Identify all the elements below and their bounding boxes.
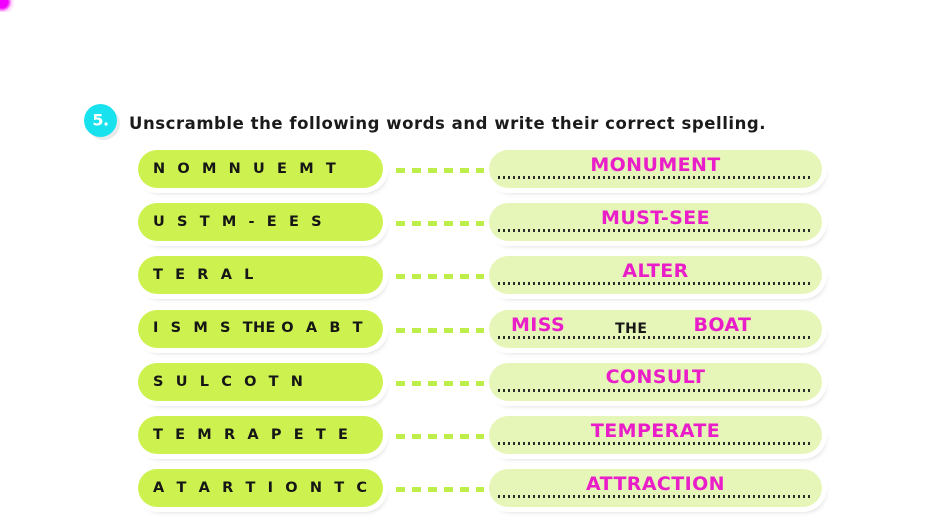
scrambled-word-text: S U L C O T N	[153, 373, 307, 390]
scrambled-word-text: T E M R A P E T E	[153, 426, 352, 443]
scrambled-word-pill: T E M R A P E T E	[138, 416, 383, 454]
exercise-row: A T A R T I O N T C ATTRACTION	[0, 469, 939, 513]
exercise-row: N O M N U E M T MONUMENT	[0, 150, 939, 194]
answer-pill[interactable]: ATTRACTION	[489, 469, 822, 508]
answer-word: BOAT	[693, 314, 752, 337]
instruction-text: Unscramble the following words and write…	[129, 113, 767, 133]
answer-pill[interactable]: MISS THE BOAT	[489, 309, 822, 348]
answer-text: ALTER	[622, 259, 689, 282]
answer-text: MUST-SEE	[601, 206, 710, 229]
scrambled-word-text: A T A R T I O N T C	[153, 479, 371, 496]
exercise-row: T E M R A P E T E TEMPERATE	[0, 416, 939, 460]
scrambled-word-pill: I S M S THE O A B T	[138, 309, 383, 348]
scrambled-word-pill: A T A R T I O N T C	[138, 469, 383, 508]
exercise-row: T E R A L ALTER	[0, 256, 939, 300]
answer-pill[interactable]: MONUMENT	[489, 150, 822, 188]
answer-pill[interactable]: MUST-SEE	[489, 203, 822, 242]
answer-text: MONUMENT	[590, 153, 721, 176]
exercise-row: S U L C O T N CONSULT	[0, 362, 939, 407]
answer-text: TEMPERATE	[590, 419, 721, 442]
exercise-number-badge: 5.	[84, 104, 120, 140]
answer-word: MISS	[511, 314, 566, 337]
scrambled-word-pill: N O M N U E M T	[138, 150, 383, 188]
dashed-connector	[396, 327, 484, 333]
exercise-row: I S M S THE O A B T MISS THE BOAT	[0, 309, 939, 354]
badge-disc: 5.	[84, 104, 117, 137]
scrambled-word-text: T E R A L	[153, 267, 258, 284]
exercise-number-label: 5.	[92, 110, 109, 129]
answer-text: MISS THE BOAT	[489, 314, 822, 338]
scrambled-word-pill: U S T M - E E S	[138, 203, 383, 242]
dashed-connector	[396, 434, 484, 439]
dashed-connector	[396, 380, 484, 386]
answer-pill[interactable]: TEMPERATE	[489, 416, 822, 454]
scrambled-word-text: U S T M - E E S	[153, 213, 326, 230]
exercise-header: 5. Unscramble the following words and wr…	[84, 104, 766, 140]
dashed-connector	[396, 168, 484, 173]
answer-text: CONSULT	[605, 366, 706, 389]
dashed-connector	[396, 487, 484, 493]
answer-text: ATTRACTION	[586, 472, 725, 495]
scrambled-word-pill: T E R A L	[138, 256, 383, 295]
dashed-connector	[396, 274, 484, 280]
answer-pill[interactable]: ALTER	[489, 256, 822, 295]
answer-pill[interactable]: CONSULT	[489, 362, 822, 401]
given-word: THE	[615, 320, 648, 337]
exercise-row: U S T M - E E S MUST-SEE	[0, 203, 939, 247]
scrambled-word-pill: S U L C O T N	[138, 362, 383, 401]
scrambled-word-text: N O M N U E M T	[153, 160, 340, 177]
dashed-connector	[396, 221, 484, 227]
scrambled-word-text: I S M S THE O A B T	[153, 320, 367, 337]
corner-artifact	[0, 0, 14, 12]
